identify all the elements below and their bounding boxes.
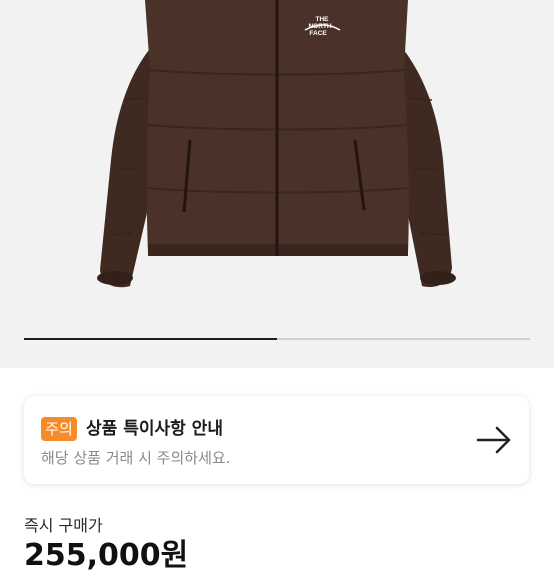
price: 255,000원 xyxy=(24,538,189,573)
notice-card[interactable]: 주의 상품 특이사항 안내 해당 상품 거래 시 주의하세요. xyxy=(24,396,529,484)
svg-text:NORTH: NORTH xyxy=(308,23,331,30)
notice-title: 상품 특이사항 안내 xyxy=(86,419,223,439)
carousel-progress xyxy=(24,338,530,340)
svg-text:THE: THE xyxy=(316,16,330,23)
jacket-illustration: THE NORTH FACE xyxy=(97,0,456,288)
arrow-right-icon[interactable] xyxy=(476,426,512,454)
caution-badge: 주의 xyxy=(41,417,77,441)
svg-text:FACE: FACE xyxy=(309,30,327,37)
instant-buy-label: 즉시 구매가 xyxy=(24,516,103,535)
carousel-progress-fill xyxy=(24,338,277,340)
product-image[interactable]: THE NORTH FACE xyxy=(0,0,554,368)
notice-subtitle: 해당 상품 거래 시 주의하세요. xyxy=(41,449,231,467)
